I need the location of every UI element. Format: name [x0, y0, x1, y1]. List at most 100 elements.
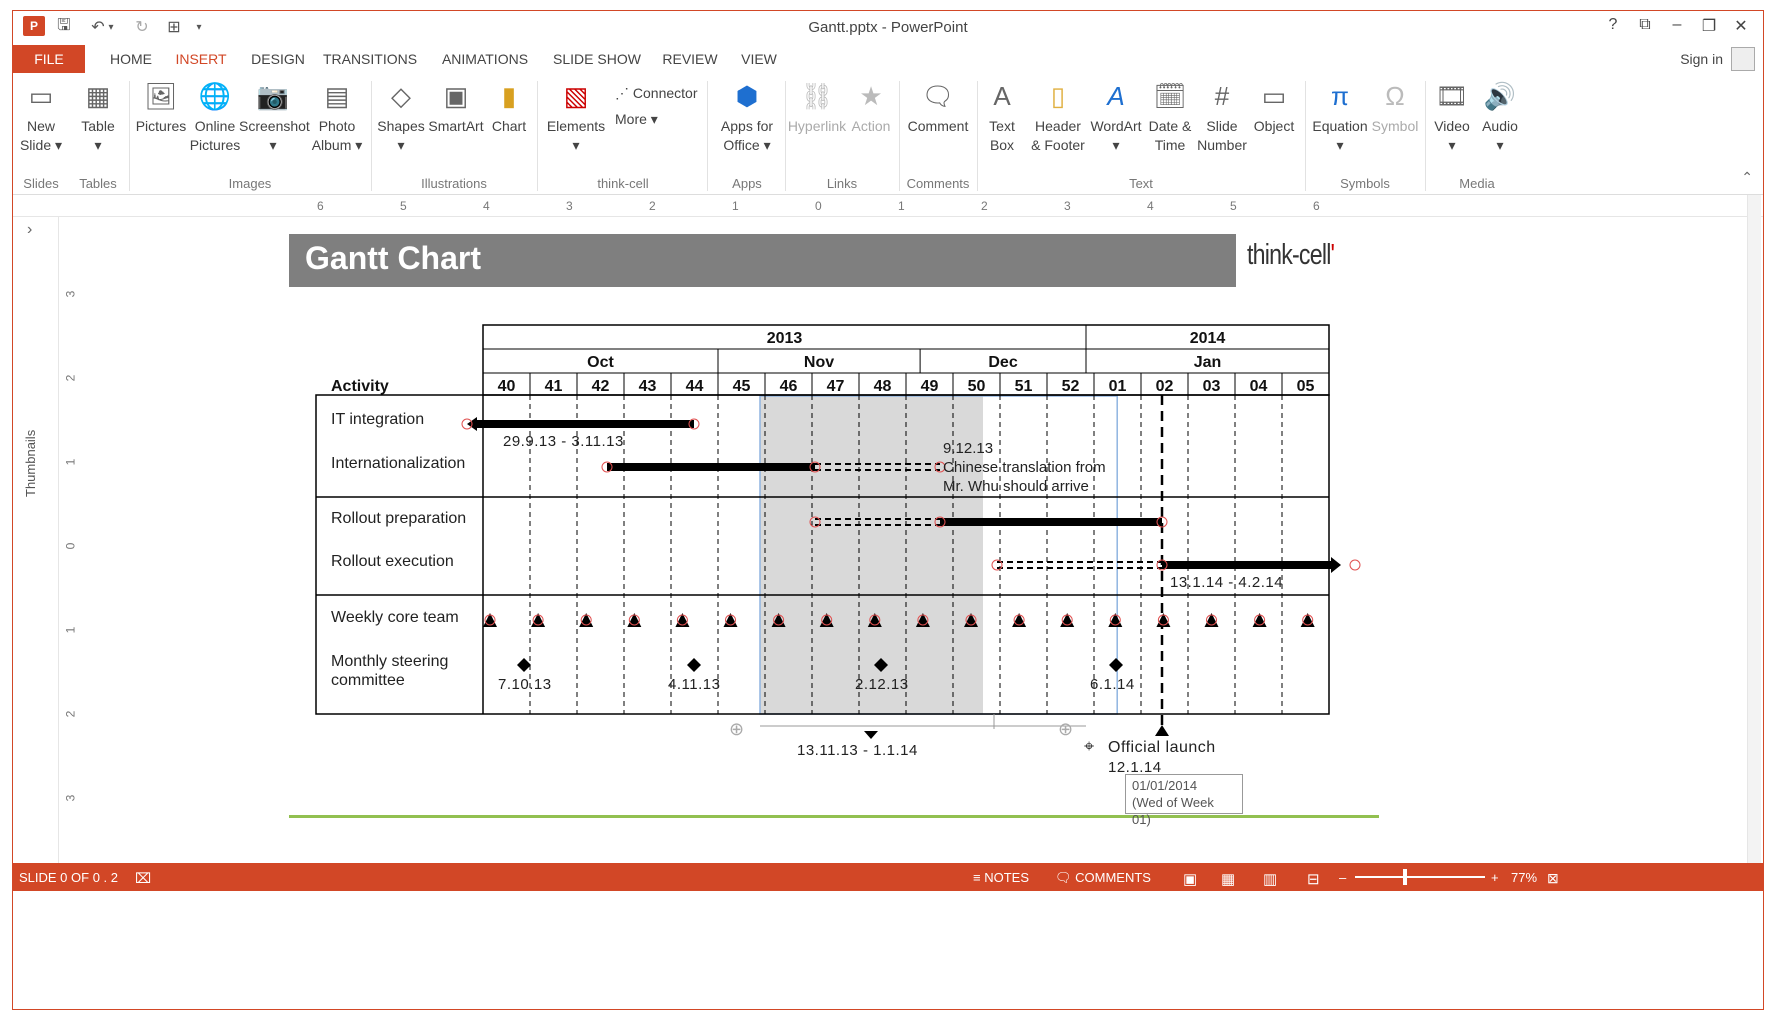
apps-icon: ⬢: [735, 81, 759, 111]
photo-album-button[interactable]: ▤ Photo Album ▾: [309, 79, 365, 155]
new-slide-button[interactable]: ▭ New Slide ▾: [17, 79, 65, 155]
slide-canvas[interactable]: Gantt Chart think-cell' 2013 2014 Oct Nov De…: [83, 217, 1743, 873]
help-button[interactable]: ?: [1599, 16, 1627, 34]
slide-show-icon[interactable]: ⊟: [1307, 870, 1320, 888]
zoom-slider-thumb[interactable]: [1403, 869, 1407, 885]
hyperlink-icon: ⛓: [800, 81, 834, 111]
activity-label: IT integration: [331, 411, 424, 428]
comments-button[interactable]: 🗨 COMMENTS: [1055, 870, 1151, 886]
photo-album-icon: ▤: [324, 81, 350, 111]
notes-button[interactable]: ≡ NOTES: [973, 870, 1029, 885]
range-marker[interactable]: [864, 731, 878, 739]
steering-milestone[interactable]: [1109, 658, 1123, 672]
pictures-button[interactable]: 🖼 Pictures: [133, 79, 189, 136]
month-label: Jan: [1194, 354, 1222, 371]
activity-header: Activity: [331, 378, 389, 395]
bar-handle[interactable]: [1349, 559, 1361, 571]
online-pictures-button[interactable]: 🌐 Online Pictures: [189, 79, 241, 155]
audio-button[interactable]: 🔊 Audio ▾: [1475, 79, 1525, 155]
rollout-preparation-bar[interactable]: [940, 518, 1162, 526]
action-button[interactable]: ★ Action: [847, 79, 895, 136]
tab-file[interactable]: FILE: [13, 45, 85, 73]
symbol-button[interactable]: Ω Symbol: [1369, 79, 1421, 136]
group-separator: [785, 81, 786, 191]
apps-for-office-button[interactable]: ⬢ Apps for Office ▾: [713, 79, 781, 155]
connector-button[interactable]: ⋰ Connector: [615, 85, 697, 102]
zoom-level[interactable]: 77%: [1511, 870, 1537, 885]
zoom-slider[interactable]: [1355, 876, 1485, 878]
thumbnails-pane[interactable]: › Thumbnails: [13, 217, 59, 873]
tooltip-date: 01/01/2014: [1132, 778, 1198, 793]
steering-date-label: 7.10.13: [498, 676, 552, 693]
week-label: 01: [1109, 378, 1127, 395]
tab-slide-show[interactable]: SLIDE SHOW: [547, 45, 647, 73]
expand-thumbnails-icon[interactable]: ›: [27, 221, 32, 239]
vertical-scrollbar[interactable]: [1747, 195, 1761, 873]
tab-review[interactable]: REVIEW: [655, 45, 725, 73]
header-footer-button[interactable]: ▯ Header & Footer: [1027, 79, 1089, 155]
internationalization-bar[interactable]: [607, 463, 815, 471]
group-label-images: Images: [228, 176, 272, 191]
more-button[interactable]: More ▾: [615, 111, 658, 128]
header-footer-label: Header & Footer: [1031, 118, 1085, 153]
slide-number-button[interactable]: # Slide Number: [1195, 79, 1249, 155]
object-icon: ▭: [1261, 81, 1287, 111]
group-separator: [1305, 81, 1306, 191]
wordart-button[interactable]: A WordArt ▾: [1087, 79, 1145, 155]
gantt-chart[interactable]: 2013 2014 Oct Nov Dec Jan 40 41 42 43 44 45 46 47 48 49…: [83, 217, 1743, 873]
tab-design[interactable]: DESIGN: [237, 45, 319, 73]
video-button[interactable]: 🎞 Video ▾: [1427, 79, 1477, 155]
date-time-button[interactable]: 🗓 Date & Time: [1145, 79, 1195, 155]
steering-milestone[interactable]: [687, 658, 701, 672]
wordart-icon: A: [1107, 81, 1125, 111]
pictures-icon: 🖼: [144, 81, 178, 111]
slide-number-label: Slide Number: [1197, 118, 1247, 153]
connector-label: Connector: [632, 85, 698, 101]
screenshot-button[interactable]: 📷 Screenshot ▾: [239, 79, 310, 155]
fit-slide-icon[interactable]: ⊠: [1547, 870, 1559, 887]
screenshot-icon: 📷: [256, 81, 290, 111]
zoom-in-button[interactable]: +: [1491, 870, 1499, 885]
vertical-ruler-tick: 1: [63, 626, 78, 634]
tab-animations[interactable]: ANIMATIONS: [433, 45, 537, 73]
hyperlink-button[interactable]: ⛓ Hyperlink: [787, 79, 847, 136]
chart-button[interactable]: ▮ Chart: [485, 79, 533, 136]
week-label: 45: [733, 378, 751, 395]
smartart-button[interactable]: ▣ SmartArt: [425, 79, 487, 136]
comment-button[interactable]: 🗨 Comment: [903, 79, 973, 136]
ribbon-display-options-icon[interactable]: ⧉: [1631, 16, 1659, 34]
comments-icon: 🗨: [1055, 870, 1076, 885]
avatar[interactable]: [1731, 47, 1755, 71]
elements-button[interactable]: ▧ Elements ▾: [543, 79, 609, 155]
week-label: 41: [545, 378, 563, 395]
tab-transitions[interactable]: TRANSITIONS: [315, 45, 425, 73]
launch-milestone[interactable]: [1155, 725, 1169, 736]
powerpoint-window: P 🖫 ↶ ▾ ↻ ⊞ ▾ Gantt.pptx - PowerPoint ? …: [0, 0, 1774, 1020]
slide-sorter-icon[interactable]: ▦: [1221, 870, 1235, 888]
group-label-think-cell: think-cell: [597, 176, 649, 191]
table-button[interactable]: ▦ Table ▾: [73, 79, 123, 155]
object-button[interactable]: ▭ Object: [1249, 79, 1299, 136]
tab-view[interactable]: VIEW: [731, 45, 787, 73]
shapes-button[interactable]: ◇ Shapes ▾: [375, 79, 427, 155]
tab-insert[interactable]: INSERT: [161, 45, 241, 73]
smartart-icon: ▣: [443, 81, 469, 111]
text-box-button[interactable]: A Text Box: [981, 79, 1023, 155]
it-integration-bar[interactable]: [475, 420, 694, 428]
minimize-button[interactable]: –: [1663, 16, 1691, 34]
rollout-execution-bar[interactable]: [1162, 561, 1333, 569]
symbol-label: Symbol: [1371, 118, 1419, 134]
ruler-tick: 2: [649, 199, 656, 213]
vertical-ruler-tick: 3: [63, 290, 78, 298]
normal-view-icon[interactable]: ▣: [1183, 870, 1197, 888]
sign-in-link[interactable]: Sign in: [1680, 51, 1723, 67]
close-button[interactable]: ✕: [1727, 16, 1755, 36]
steering-milestone[interactable]: [517, 658, 531, 672]
tab-home[interactable]: HOME: [91, 45, 171, 73]
collapse-ribbon-icon[interactable]: ⌃: [1741, 169, 1753, 186]
restore-button[interactable]: ❐: [1695, 16, 1723, 36]
equation-button[interactable]: π Equation ▾: [1307, 79, 1373, 155]
spelling-icon[interactable]: ⌧: [135, 870, 151, 887]
zoom-out-button[interactable]: –: [1339, 870, 1346, 885]
reading-view-icon[interactable]: ▥: [1263, 870, 1277, 888]
